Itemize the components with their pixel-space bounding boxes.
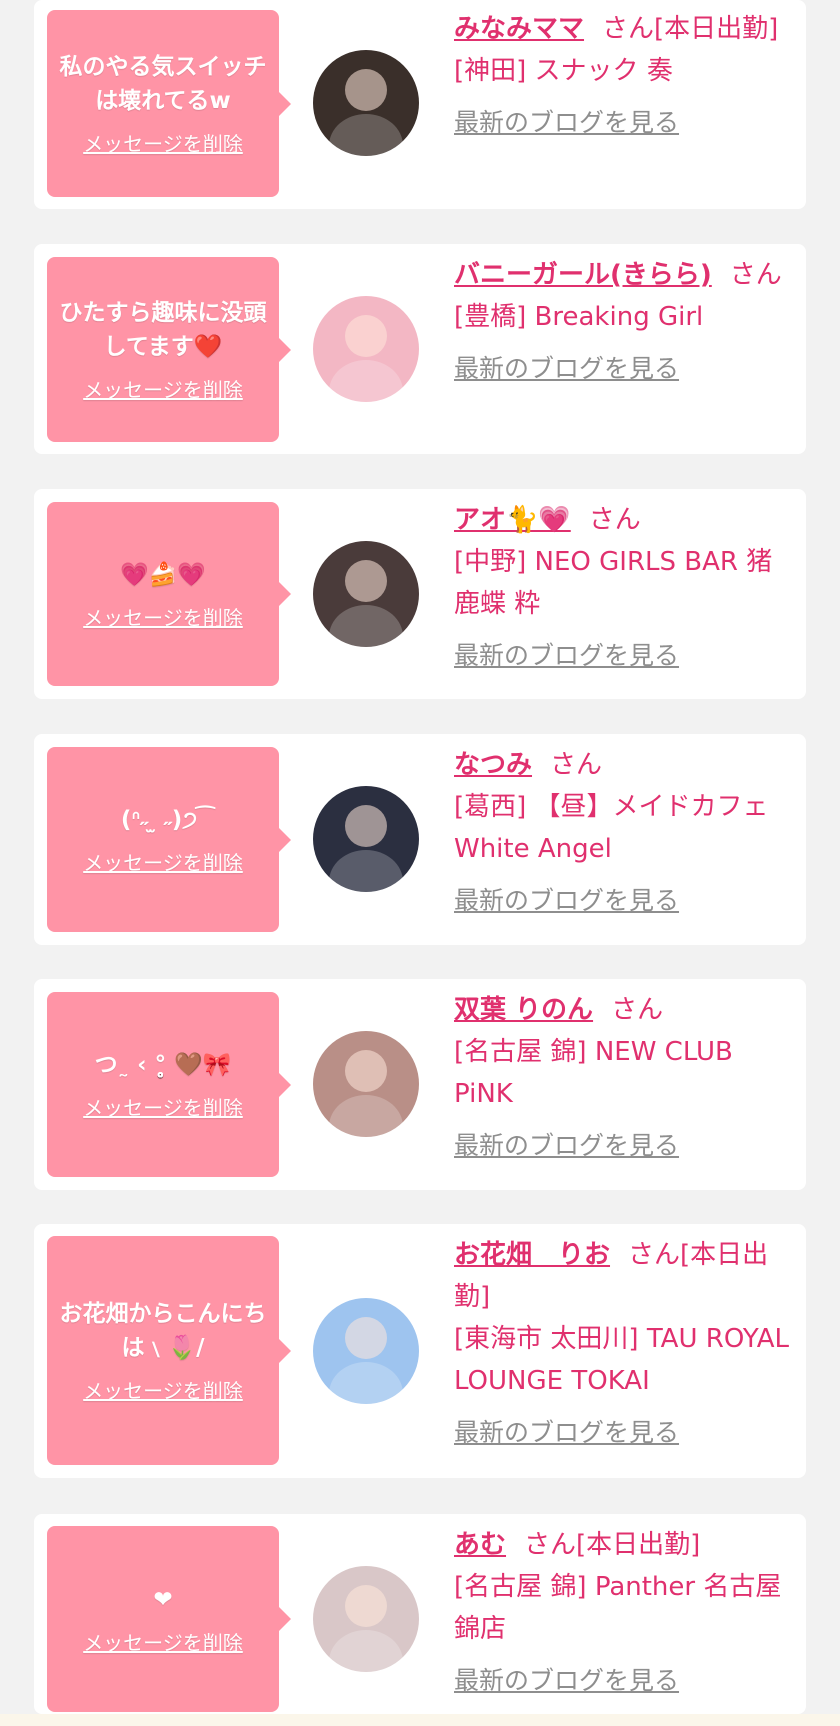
work-status: [本日出勤] (576, 1530, 701, 1560)
honorific: さん (588, 505, 641, 535)
delete-message-link[interactable]: メッセージを削除 (83, 1375, 243, 1404)
cast-name-link[interactable]: 双葉 りのん (454, 995, 593, 1025)
delete-message-link[interactable]: メッセージを削除 (83, 374, 243, 403)
honorific: さん (602, 14, 655, 44)
bottom-edge (0, 1714, 840, 1726)
message-bubble: ❤ メッセージを削除 (47, 1526, 291, 1712)
message-card: 私のやる気スイッチは壊れてるw メッセージを削除 みなみママ さん[本日出勤] [… (34, 0, 806, 209)
shop-name: [中野] NEO GIRLS BAR 猪鹿蝶 粋 (454, 547, 773, 619)
cast-info: あむ さん[本日出勤] [名古屋 錦] Panther 名古屋錦店 最新のブログを… (454, 1524, 794, 1702)
message-list: 私のやる気スイッチは壊れてるw メッセージを削除 みなみママ さん[本日出勤] [… (0, 0, 840, 1726)
message-card: ひたすら趣味に没頭してます❤️ メッセージを削除 バニーガール(きらら) さん [… (34, 244, 806, 454)
latest-blog-link[interactable]: 最新のブログを見る (454, 880, 679, 922)
honorific: さん (550, 750, 603, 780)
delete-message-link[interactable]: メッセージを削除 (83, 128, 243, 157)
avatar[interactable] (313, 1566, 419, 1672)
latest-blog-link[interactable]: 最新のブログを見る (454, 348, 679, 390)
honorific: さん (628, 1240, 681, 1270)
message-text: ひたすら趣味に没頭してます❤️ (59, 300, 267, 360)
message-text: 私のやる気スイッチは壊れてるw (59, 54, 267, 114)
shop-name: [豊橋] Breaking Girl (454, 302, 704, 332)
shop-name: [東海市 太田川] TAU ROYAL LOUNGE TOKAI (454, 1324, 790, 1396)
cast-name-link[interactable]: なつみ (454, 750, 532, 780)
honorific: さん (524, 1530, 577, 1560)
message-text: (ᐢ˶ ̫ ˶)੭ ͡ (120, 807, 206, 833)
latest-blog-link[interactable]: 最新のブログを見る (454, 1660, 679, 1702)
avatar[interactable] (313, 1031, 419, 1137)
honorific: さん (729, 260, 782, 290)
message-card: (ᐢ˶ ̫ ˶)੭ ͡ メッセージを削除 なつみ さん [葛西] 【昼】メイドカフ… (34, 734, 806, 945)
message-bubble: 💗🍰💗 メッセージを削除 (47, 502, 291, 686)
latest-blog-link[interactable]: 最新のブログを見る (454, 635, 679, 677)
message-text: お花畑からこんにちは﹨🌷/ (59, 1301, 267, 1361)
message-card: お花畑からこんにちは﹨🌷/ メッセージを削除 お花畑 りお さん[本日出勤] [東… (34, 1224, 806, 1478)
honorific: さん (611, 995, 664, 1025)
message-bubble: (ᐢ˶ ̫ ˶)੭ ͡ メッセージを削除 (47, 747, 291, 932)
latest-blog-link[interactable]: 最新のブログを見る (454, 1412, 679, 1454)
cast-name-link[interactable]: バニーガール(きらら) (454, 260, 712, 290)
shop-name: [名古屋 錦] Panther 名古屋錦店 (454, 1572, 782, 1644)
delete-message-link[interactable]: メッセージを削除 (83, 847, 243, 876)
cast-info: お花畑 りお さん[本日出勤] [東海市 太田川] TAU ROYAL LOUNG… (454, 1234, 794, 1454)
cast-name-link[interactable]: みなみママ (454, 14, 584, 44)
message-text: つ˷ ‹ °̥̥̥̥̥̥̥̥ 🤎🎀 (94, 1052, 232, 1078)
cast-name-link[interactable]: お花畑 りお (454, 1240, 610, 1270)
cast-name-link[interactable]: あむ (454, 1530, 506, 1560)
cast-info: なつみ さん [葛西] 【昼】メイドカフェ White Angel 最新のブログを… (454, 744, 794, 922)
message-bubble: つ˷ ‹ °̥̥̥̥̥̥̥̥ 🤎🎀 メッセージを削除 (47, 992, 291, 1177)
message-bubble: お花畑からこんにちは﹨🌷/ メッセージを削除 (47, 1236, 291, 1465)
cast-info: バニーガール(きらら) さん [豊橋] Breaking Girl 最新のブログを… (454, 254, 794, 390)
avatar[interactable] (313, 541, 419, 647)
cast-info: みなみママ さん[本日出勤] [神田] スナック 奏 最新のブログを見る (454, 8, 794, 144)
cast-info: 双葉 りのん さん [名古屋 錦] NEW CLUB PiNK 最新のブログを見る (454, 989, 794, 1167)
shop-name: [葛西] 【昼】メイドカフェ White Angel (454, 792, 769, 864)
delete-message-link[interactable]: メッセージを削除 (83, 1627, 243, 1656)
message-text: 💗🍰💗 (120, 561, 206, 588)
message-text: ❤ (153, 1586, 173, 1613)
message-card: 💗🍰💗 メッセージを削除 アオ🐈💗 さん [中野] NEO GIRLS BAR 猪… (34, 489, 806, 699)
work-status: [本日出勤] (654, 14, 779, 44)
avatar[interactable] (313, 786, 419, 892)
message-card: つ˷ ‹ °̥̥̥̥̥̥̥̥ 🤎🎀 メッセージを削除 双葉 りのん さん [名古屋… (34, 979, 806, 1190)
latest-blog-link[interactable]: 最新のブログを見る (454, 102, 679, 144)
delete-message-link[interactable]: メッセージを削除 (83, 602, 243, 631)
shop-name: [神田] スナック 奏 (454, 56, 673, 86)
message-bubble: ひたすら趣味に没頭してます❤️ メッセージを削除 (47, 257, 291, 442)
avatar[interactable] (313, 296, 419, 402)
message-bubble: 私のやる気スイッチは壊れてるw メッセージを削除 (47, 10, 291, 197)
message-card: ❤ メッセージを削除 あむ さん[本日出勤] [名古屋 錦] Panther 名古… (34, 1514, 806, 1714)
cast-info: アオ🐈💗 さん [中野] NEO GIRLS BAR 猪鹿蝶 粋 最新のブログを見… (454, 499, 794, 677)
avatar[interactable] (313, 50, 419, 156)
cast-name-link[interactable]: アオ🐈💗 (454, 505, 571, 535)
shop-name: [名古屋 錦] NEW CLUB PiNK (454, 1037, 733, 1109)
avatar[interactable] (313, 1298, 419, 1404)
latest-blog-link[interactable]: 最新のブログを見る (454, 1125, 679, 1167)
delete-message-link[interactable]: メッセージを削除 (83, 1092, 243, 1121)
